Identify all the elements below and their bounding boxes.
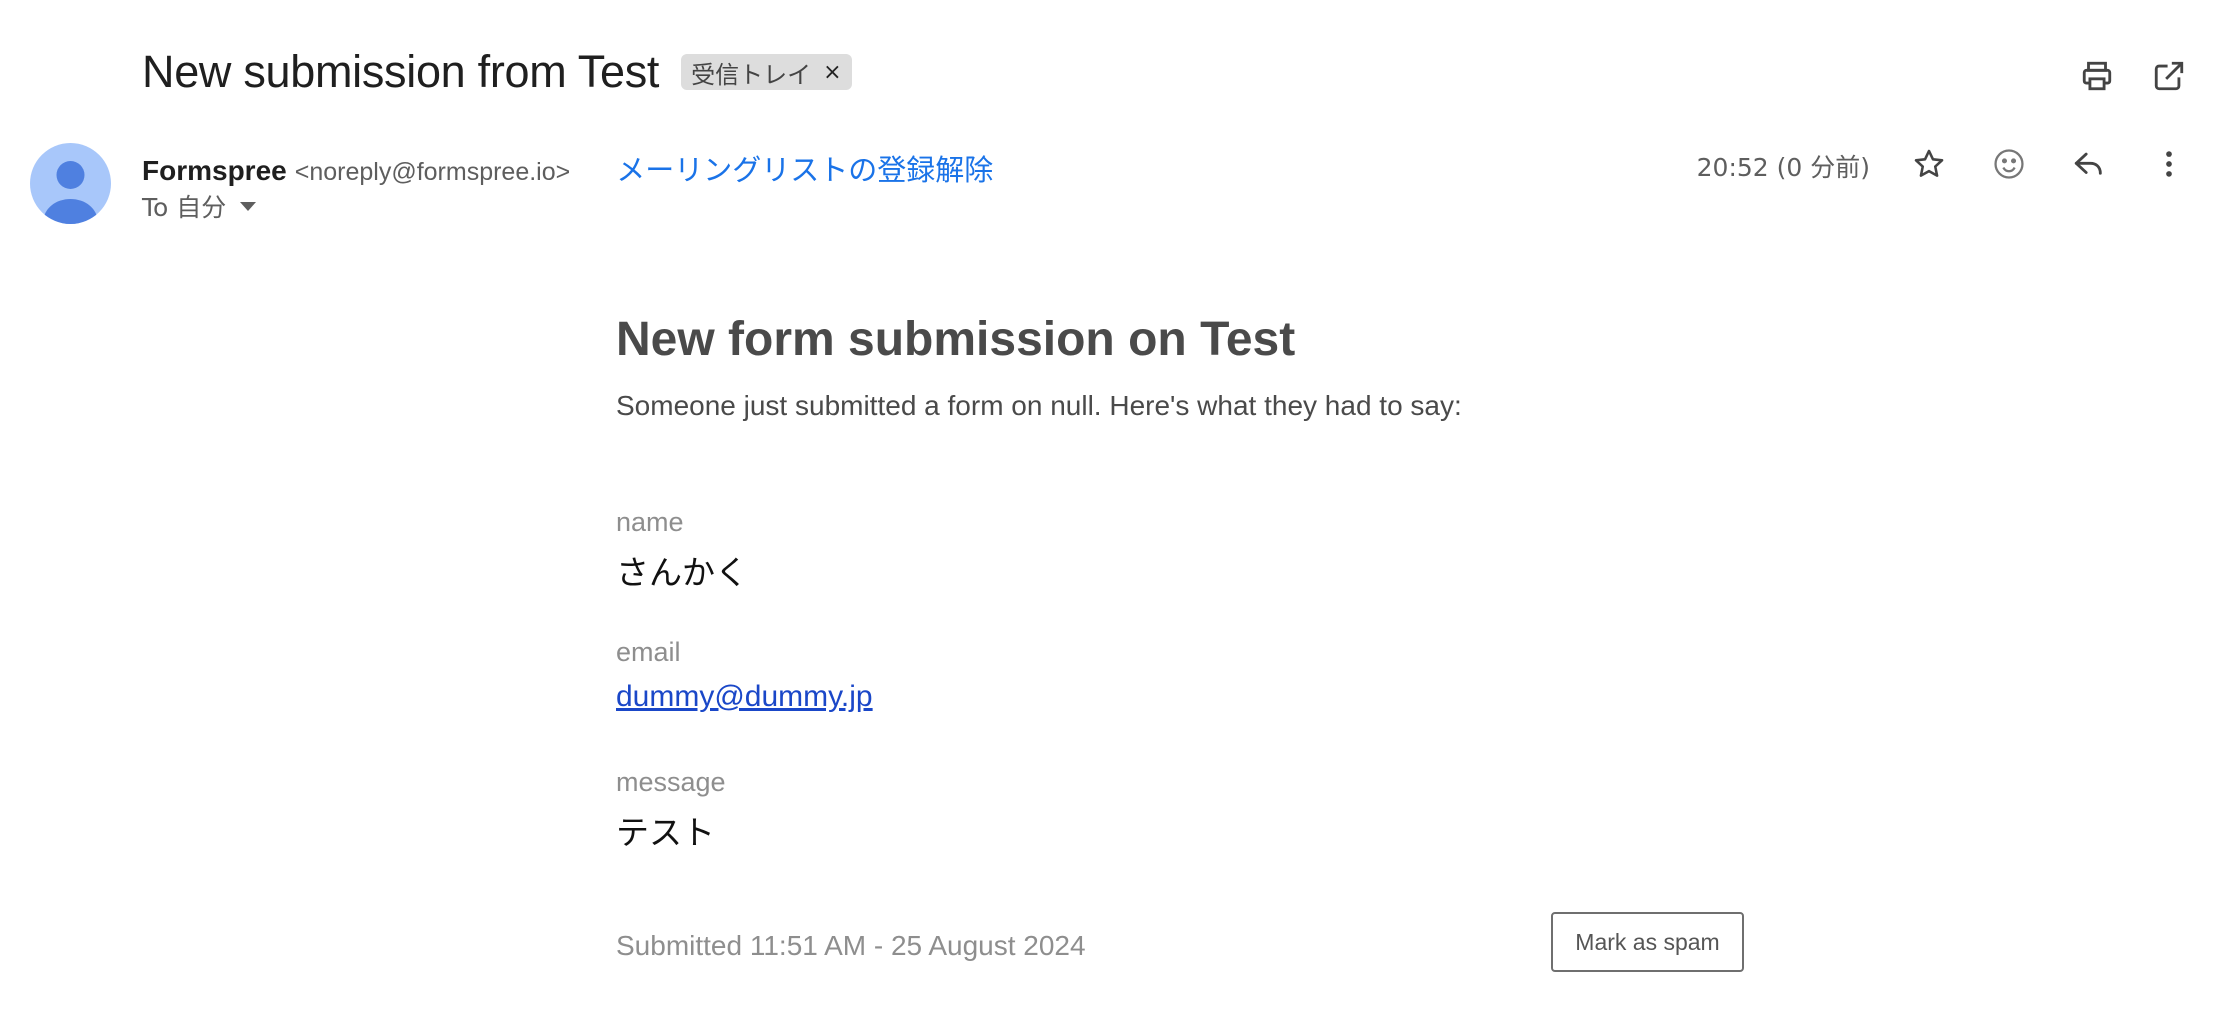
printer-icon[interactable] [2071,50,2123,102]
field-name: name さんかく [616,507,748,594]
inbox-label-chip: 受信トレイ × [681,54,852,90]
reply-icon[interactable] [2063,138,2115,190]
field-label: name [616,507,684,537]
sender-line: Formspree <noreply@formspree.io> メーリングリス… [142,147,993,189]
email-link[interactable]: dummy@dummy.jp [616,680,873,714]
field-label: email [616,637,681,667]
more-vert-icon[interactable] [2143,138,2195,190]
remove-label-icon[interactable]: × [823,60,841,85]
sender-name[interactable]: Formspree [142,155,287,187]
submitted-timestamp: Submitted 11:51 AM - 25 August 2024 [616,930,1086,961]
emoji-reaction-icon[interactable] [1983,138,2035,190]
body-title: New form submission on Test [616,313,1296,366]
recipient-label: To 自分 [142,193,227,222]
unsubscribe-link[interactable]: メーリングリストの登録解除 [616,147,993,189]
open-in-new-window-icon[interactable] [2143,50,2195,102]
field-value: テスト [616,813,715,852]
email-timestamp: 20:52 (0 分前) [1696,153,1870,182]
subject-row: New submission from Test 受信トレイ × [142,46,852,98]
mark-as-spam-button[interactable]: Mark as spam [1551,912,1744,972]
sender-address: <noreply@formspree.io> [294,158,571,186]
star-icon[interactable] [1903,138,1955,190]
email-subject: New submission from Test [142,46,660,97]
body-intro: Someone just submitted a form on null. H… [616,390,1462,421]
field-email: email dummy@dummy.jp [616,637,873,714]
caret-down-icon [240,201,257,211]
field-message: message テスト [616,767,726,854]
recipient-details-toggle[interactable]: To 自分 [142,188,257,224]
default-avatar-icon[interactable] [30,143,111,224]
field-label: message [616,767,726,797]
field-value: さんかく [616,553,748,592]
label-chip-text: 受信トレイ [691,60,812,89]
email-view: New submission from Test 受信トレイ × Formspr… [0,0,2220,1030]
